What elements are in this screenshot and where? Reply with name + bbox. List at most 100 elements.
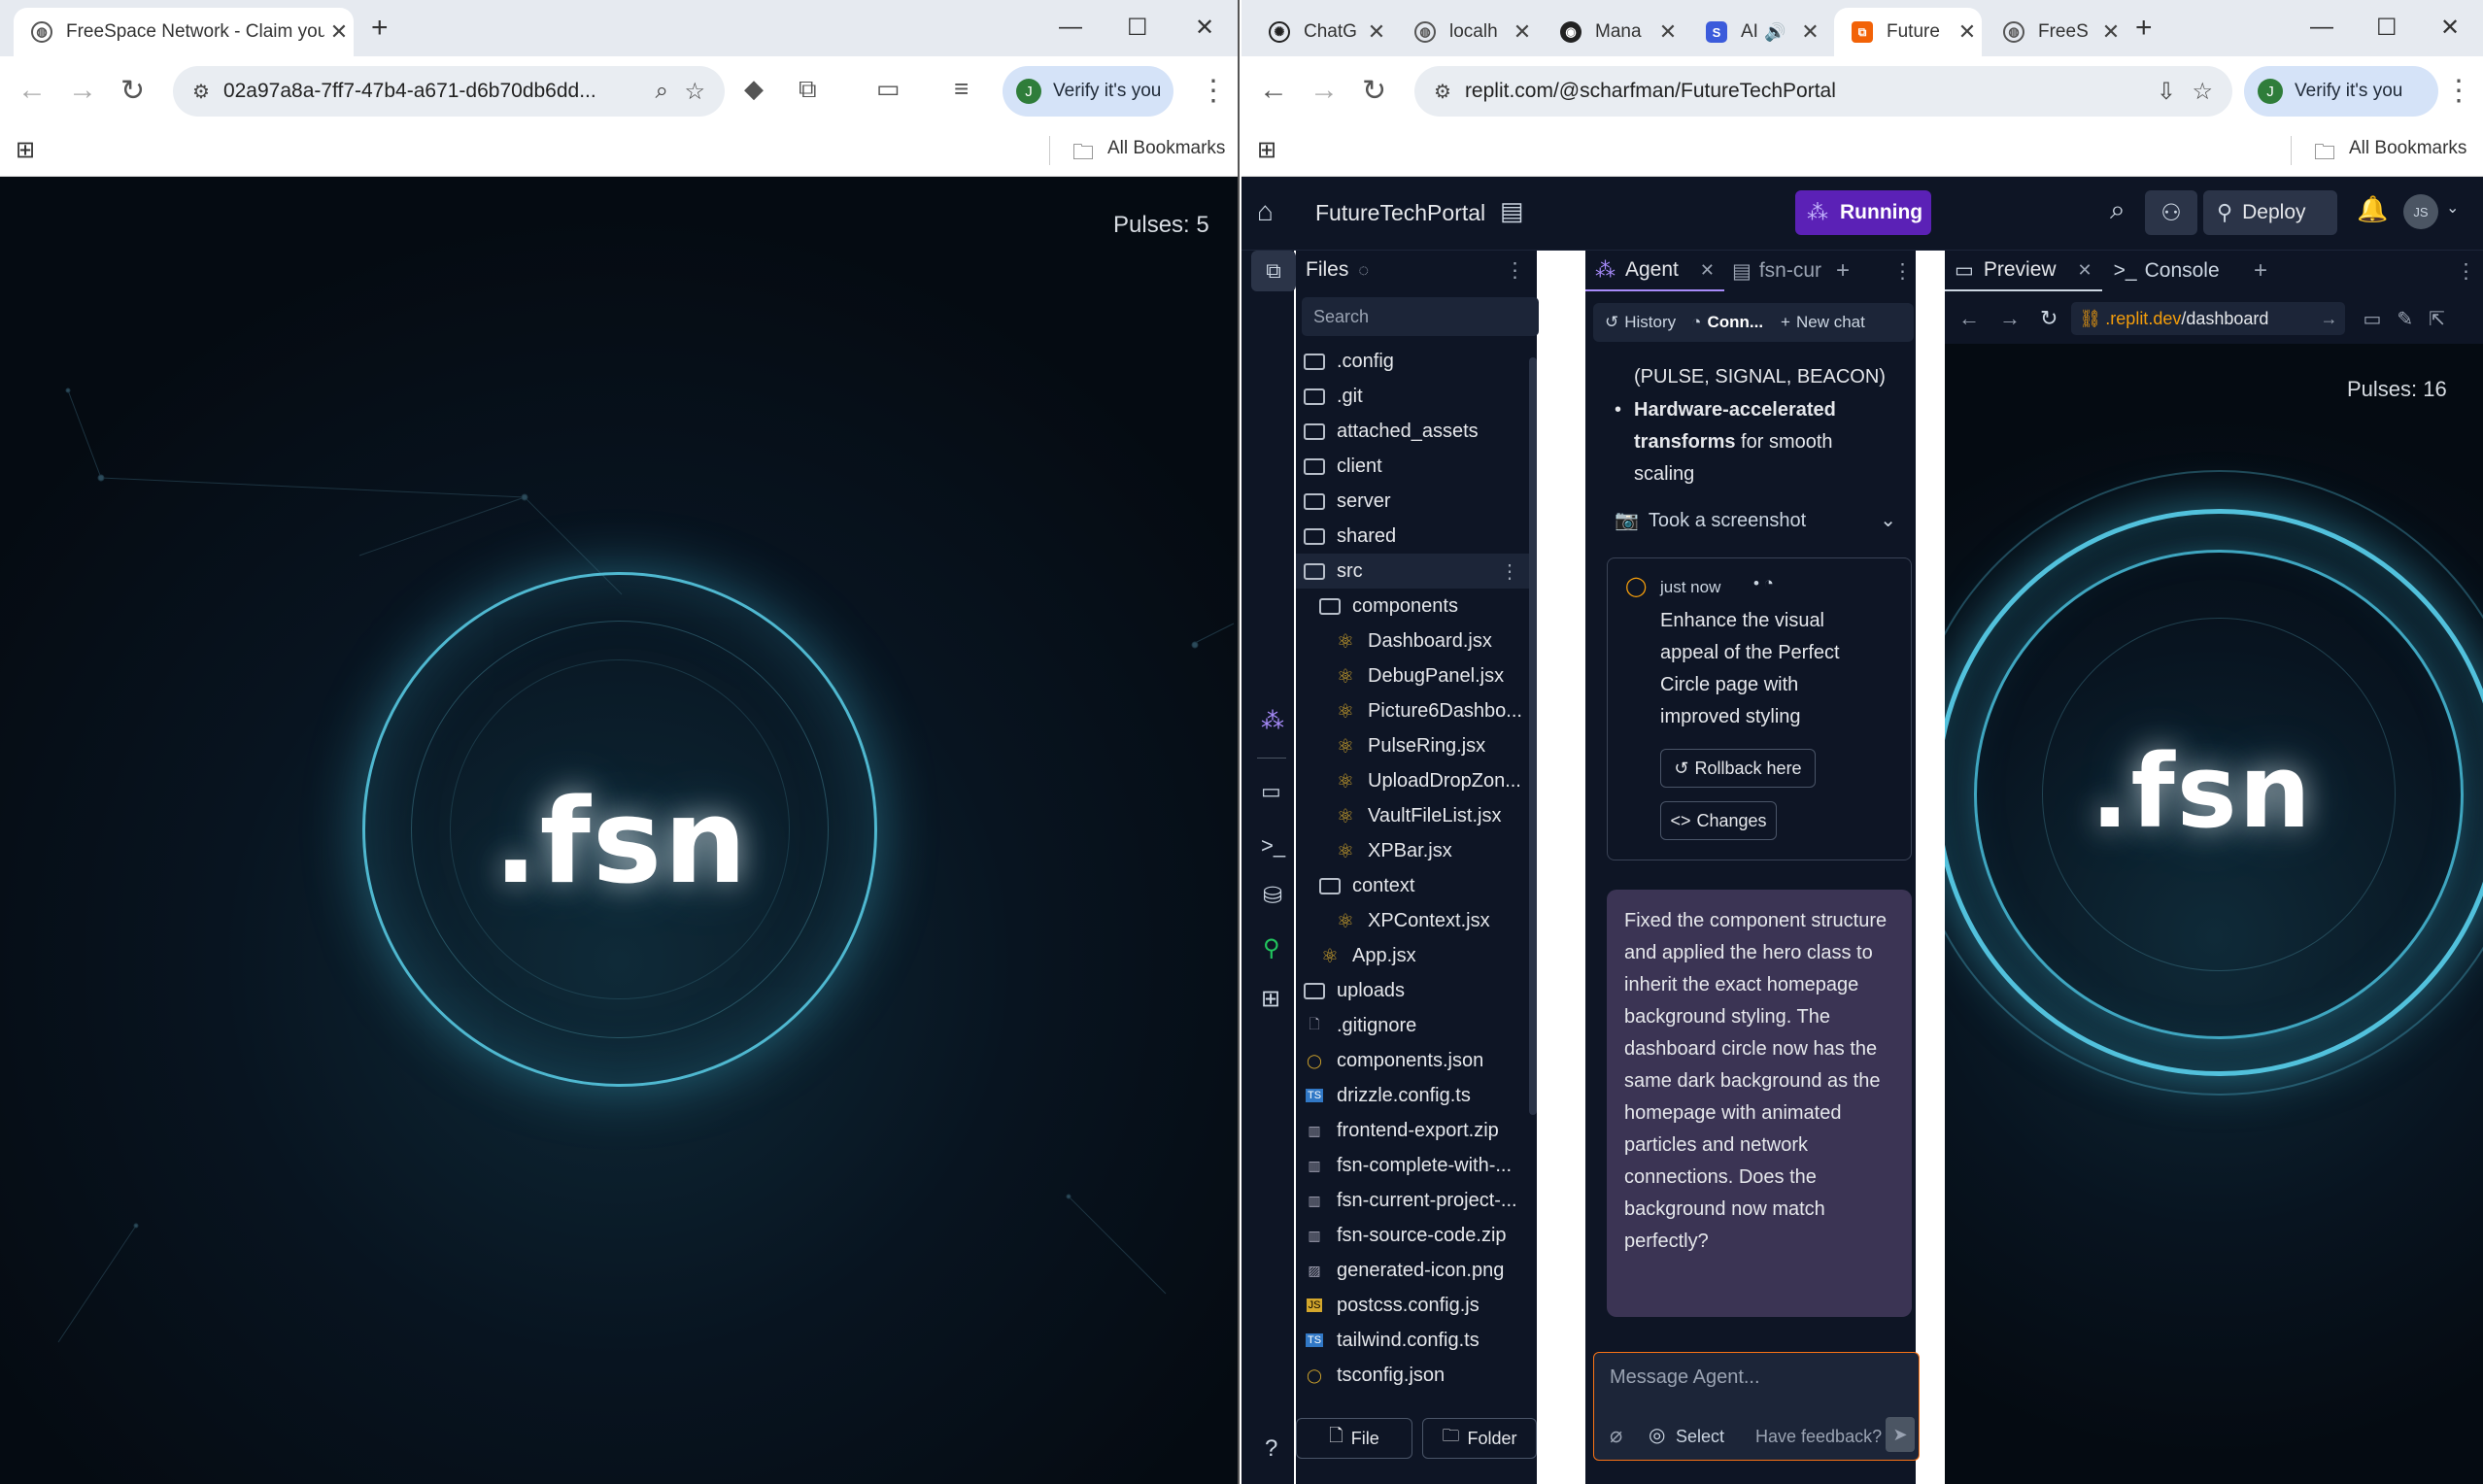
close-tab-icon[interactable]: ✕ xyxy=(2078,260,2092,281)
minimize-button[interactable]: — xyxy=(2310,14,2333,41)
file-tree-item[interactable]: TS tailwind.config.ts xyxy=(1296,1323,1529,1358)
all-bookmarks[interactable]: All Bookmarks xyxy=(2349,138,2466,159)
new-tab-button[interactable]: + xyxy=(2135,12,2153,45)
connect-button[interactable]: Conn... xyxy=(1707,313,1763,332)
zoom-icon[interactable]: ⌕ xyxy=(656,78,668,105)
close-window-button[interactable]: ✕ xyxy=(1195,14,1214,42)
file-tree-item[interactable]: .config xyxy=(1296,344,1529,379)
file-tree-item[interactable]: attached_assets xyxy=(1296,414,1529,449)
database-icon[interactable]: ⛁ xyxy=(1263,882,1282,910)
close-tab-icon[interactable]: ✕ xyxy=(324,19,354,45)
preview-menu-icon[interactable]: ⋮ xyxy=(2456,259,2476,284)
file-tree-item[interactable]: ⚛ VaultFileList.jsx xyxy=(1296,798,1529,833)
invite-button[interactable]: ⚇ xyxy=(2145,190,2197,235)
file-tree-item[interactable]: ▥ frontend-export.zip xyxy=(1296,1113,1529,1148)
search-icon[interactable]: ⌕ xyxy=(2110,194,2126,226)
file-tree-item[interactable]: src ⋮ xyxy=(1296,554,1529,589)
file-tree-item[interactable]: ⚛ DebugPanel.jsx xyxy=(1296,658,1529,693)
close-tab-icon[interactable]: ✕ xyxy=(1508,19,1537,45)
files-tool-icon[interactable]: ⧉ xyxy=(1251,251,1296,291)
file-tree-item[interactable]: TS drizzle.config.ts xyxy=(1296,1078,1529,1113)
forward-icon[interactable]: → xyxy=(1310,74,1339,107)
tab-freespace[interactable]: ◍ FreeS ✕ xyxy=(1986,8,2126,56)
close-window-button[interactable]: ✕ xyxy=(2440,14,2460,42)
send-icon[interactable]: ➤ xyxy=(1886,1417,1915,1452)
extension-icon[interactable]: ◆ xyxy=(744,74,764,104)
close-tab-icon[interactable]: ✕ xyxy=(1700,260,1715,281)
preview-tab[interactable]: ▭ Preview ✕ xyxy=(1945,251,2102,291)
file-tree-item[interactable]: server xyxy=(1296,484,1529,519)
file-tree-item[interactable]: components xyxy=(1296,589,1529,624)
tab-replit-active[interactable]: ⧉ Future ✕ xyxy=(1834,8,1982,56)
feedback-link[interactable]: Have feedback? xyxy=(1755,1427,1882,1447)
forward-icon[interactable]: → xyxy=(1999,306,2021,331)
maximize-button[interactable]: ☐ xyxy=(2376,14,2398,42)
file-tree-item[interactable]: ⚛ PulseRing.jsx xyxy=(1296,728,1529,763)
select-button[interactable]: Select xyxy=(1676,1427,1724,1447)
paperclip-icon[interactable]: ⌀ xyxy=(1610,1423,1622,1448)
files-menu-icon[interactable]: ⋮ xyxy=(1505,258,1525,283)
tab-ai[interactable]: S AI 🔊 ✕ xyxy=(1688,8,1828,56)
scrollbar[interactable] xyxy=(1529,357,1537,1115)
file-tree-item[interactable]: ⚛ App.jsx xyxy=(1296,938,1529,973)
changes-button[interactable]: <> Changes xyxy=(1660,801,1777,840)
run-status-button[interactable]: ⁂ Running xyxy=(1795,190,1931,235)
agent-tab[interactable]: ⁂ Agent ✕ xyxy=(1585,251,1724,291)
user-avatar[interactable]: JS xyxy=(2403,194,2438,229)
history-button[interactable]: History xyxy=(1624,313,1676,332)
audio-icon[interactable]: 🔊 xyxy=(1764,22,1786,43)
tab-chatgpt[interactable]: ✺ ChatG ✕ xyxy=(1251,8,1391,56)
close-tab-icon[interactable]: ✕ xyxy=(1362,19,1391,45)
file-tree-item[interactable]: ◯ components.json xyxy=(1296,1043,1529,1078)
right-verify-button[interactable]: J Verify it's you xyxy=(2244,66,2438,117)
close-tab-icon[interactable]: ✕ xyxy=(1795,19,1824,45)
file-tree-item[interactable]: ▥ fsn-complete-with-... xyxy=(1296,1148,1529,1183)
site-settings-icon[interactable]: ⚙ xyxy=(1434,80,1451,104)
close-tab-icon[interactable]: ✕ xyxy=(1953,19,1982,45)
minimize-button[interactable]: — xyxy=(1059,14,1082,41)
agent-input-box[interactable]: Message Agent... ⌀ ◎ Select Have feedbac… xyxy=(1593,1352,1920,1461)
rollback-button[interactable]: ↺ Rollback here xyxy=(1660,749,1816,788)
help-icon[interactable]: ? xyxy=(1265,1435,1277,1463)
new-folder-button[interactable]: 🗀 Folder xyxy=(1422,1418,1537,1459)
new-tab-button[interactable]: + xyxy=(371,12,389,45)
file-tree-item[interactable]: uploads xyxy=(1296,973,1529,1008)
deploy-tool-icon[interactable]: ⚲ xyxy=(1263,934,1280,962)
file-tree-item[interactable]: ▥ fsn-source-code.zip xyxy=(1296,1218,1529,1253)
address-bar[interactable]: ⚙ 02a97a8a-7ff7-47b4-a671-d6b70db6dd... … xyxy=(173,66,725,117)
close-tab-icon[interactable]: ✕ xyxy=(2096,19,2126,45)
screenshot-action[interactable]: 📷 Took a screenshot ⌄ xyxy=(1615,505,1896,537)
bookmark-star-icon[interactable]: ☆ xyxy=(2192,78,2213,106)
media-icon[interactable]: ≡ xyxy=(954,74,969,104)
site-settings-icon[interactable]: ⚙ xyxy=(192,80,210,104)
back-icon[interactable]: ← xyxy=(17,74,47,107)
file-tree-item[interactable]: ▨ generated-icon.png xyxy=(1296,1253,1529,1288)
left-active-tab[interactable]: ◍ FreeSpace Network - Claim you ✕ xyxy=(14,8,354,56)
file-tree-item[interactable]: ⚛ Dashboard.jsx xyxy=(1296,624,1529,658)
menu-icon[interactable]: ⋮ xyxy=(1199,74,1228,108)
bell-icon[interactable]: 🔔 xyxy=(2357,194,2388,224)
devtools-icon[interactable]: ✎ xyxy=(2397,307,2413,331)
deploy-button[interactable]: ⚲ Deploy xyxy=(2203,190,2337,235)
preview-url-input[interactable]: ⛓ .replit.dev /dashboard → xyxy=(2071,302,2346,335)
new-chat-button[interactable]: New chat xyxy=(1796,313,1865,332)
chevron-down-icon[interactable]: ⌄ xyxy=(2446,198,2459,218)
project-name[interactable]: FutureTechPortal xyxy=(1315,200,1485,226)
tab-localhost[interactable]: ◍ localh ✕ xyxy=(1397,8,1537,56)
bookmark-star-icon[interactable]: ☆ xyxy=(684,78,705,106)
file-tree-item[interactable]: context xyxy=(1296,868,1529,903)
file-tree-item[interactable]: 🗋 .gitignore xyxy=(1296,1008,1529,1043)
new-file-button[interactable]: 🗋 File xyxy=(1296,1418,1412,1459)
add-tab-icon[interactable]: + xyxy=(2254,257,2267,285)
close-tab-icon[interactable]: ✕ xyxy=(1653,19,1683,45)
back-icon[interactable]: ← xyxy=(1958,306,1980,331)
verify-button[interactable]: J Verify it's you xyxy=(1003,66,1173,117)
message-input[interactable]: Message Agent... xyxy=(1610,1366,1760,1389)
agent-menu-icon[interactable]: ⋮ xyxy=(1892,259,1913,284)
project-info-icon[interactable]: ▤ xyxy=(1500,196,1524,226)
file-tab[interactable]: ▤ fsn-curr xyxy=(1724,251,1821,291)
back-icon[interactable]: ← xyxy=(1259,74,1288,107)
tab-github[interactable]: ◉ Mana ✕ xyxy=(1543,8,1683,56)
file-tree-item[interactable]: shared xyxy=(1296,519,1529,554)
console-tab[interactable]: >_ Console xyxy=(2102,251,2231,291)
